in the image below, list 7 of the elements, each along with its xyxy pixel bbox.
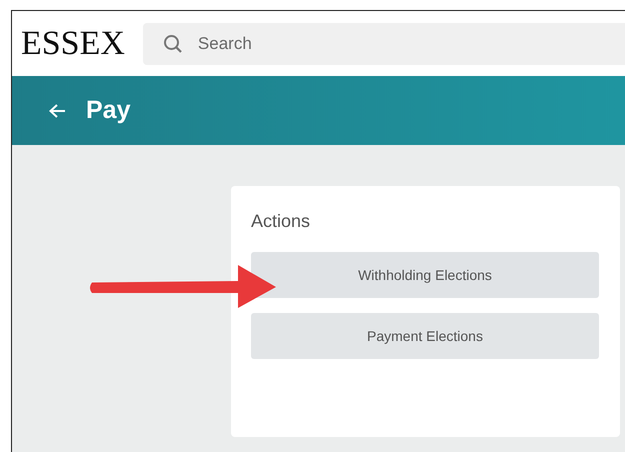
back-icon[interactable] xyxy=(48,102,66,118)
page-title: Pay xyxy=(86,94,130,126)
action-button[interactable]: Payment Elections xyxy=(251,313,599,359)
action-button[interactable]: Withholding Elections xyxy=(251,252,599,298)
logo: ESSEX xyxy=(21,26,125,60)
search-field[interactable]: Search xyxy=(142,22,625,64)
card-title: Actions xyxy=(251,210,312,233)
